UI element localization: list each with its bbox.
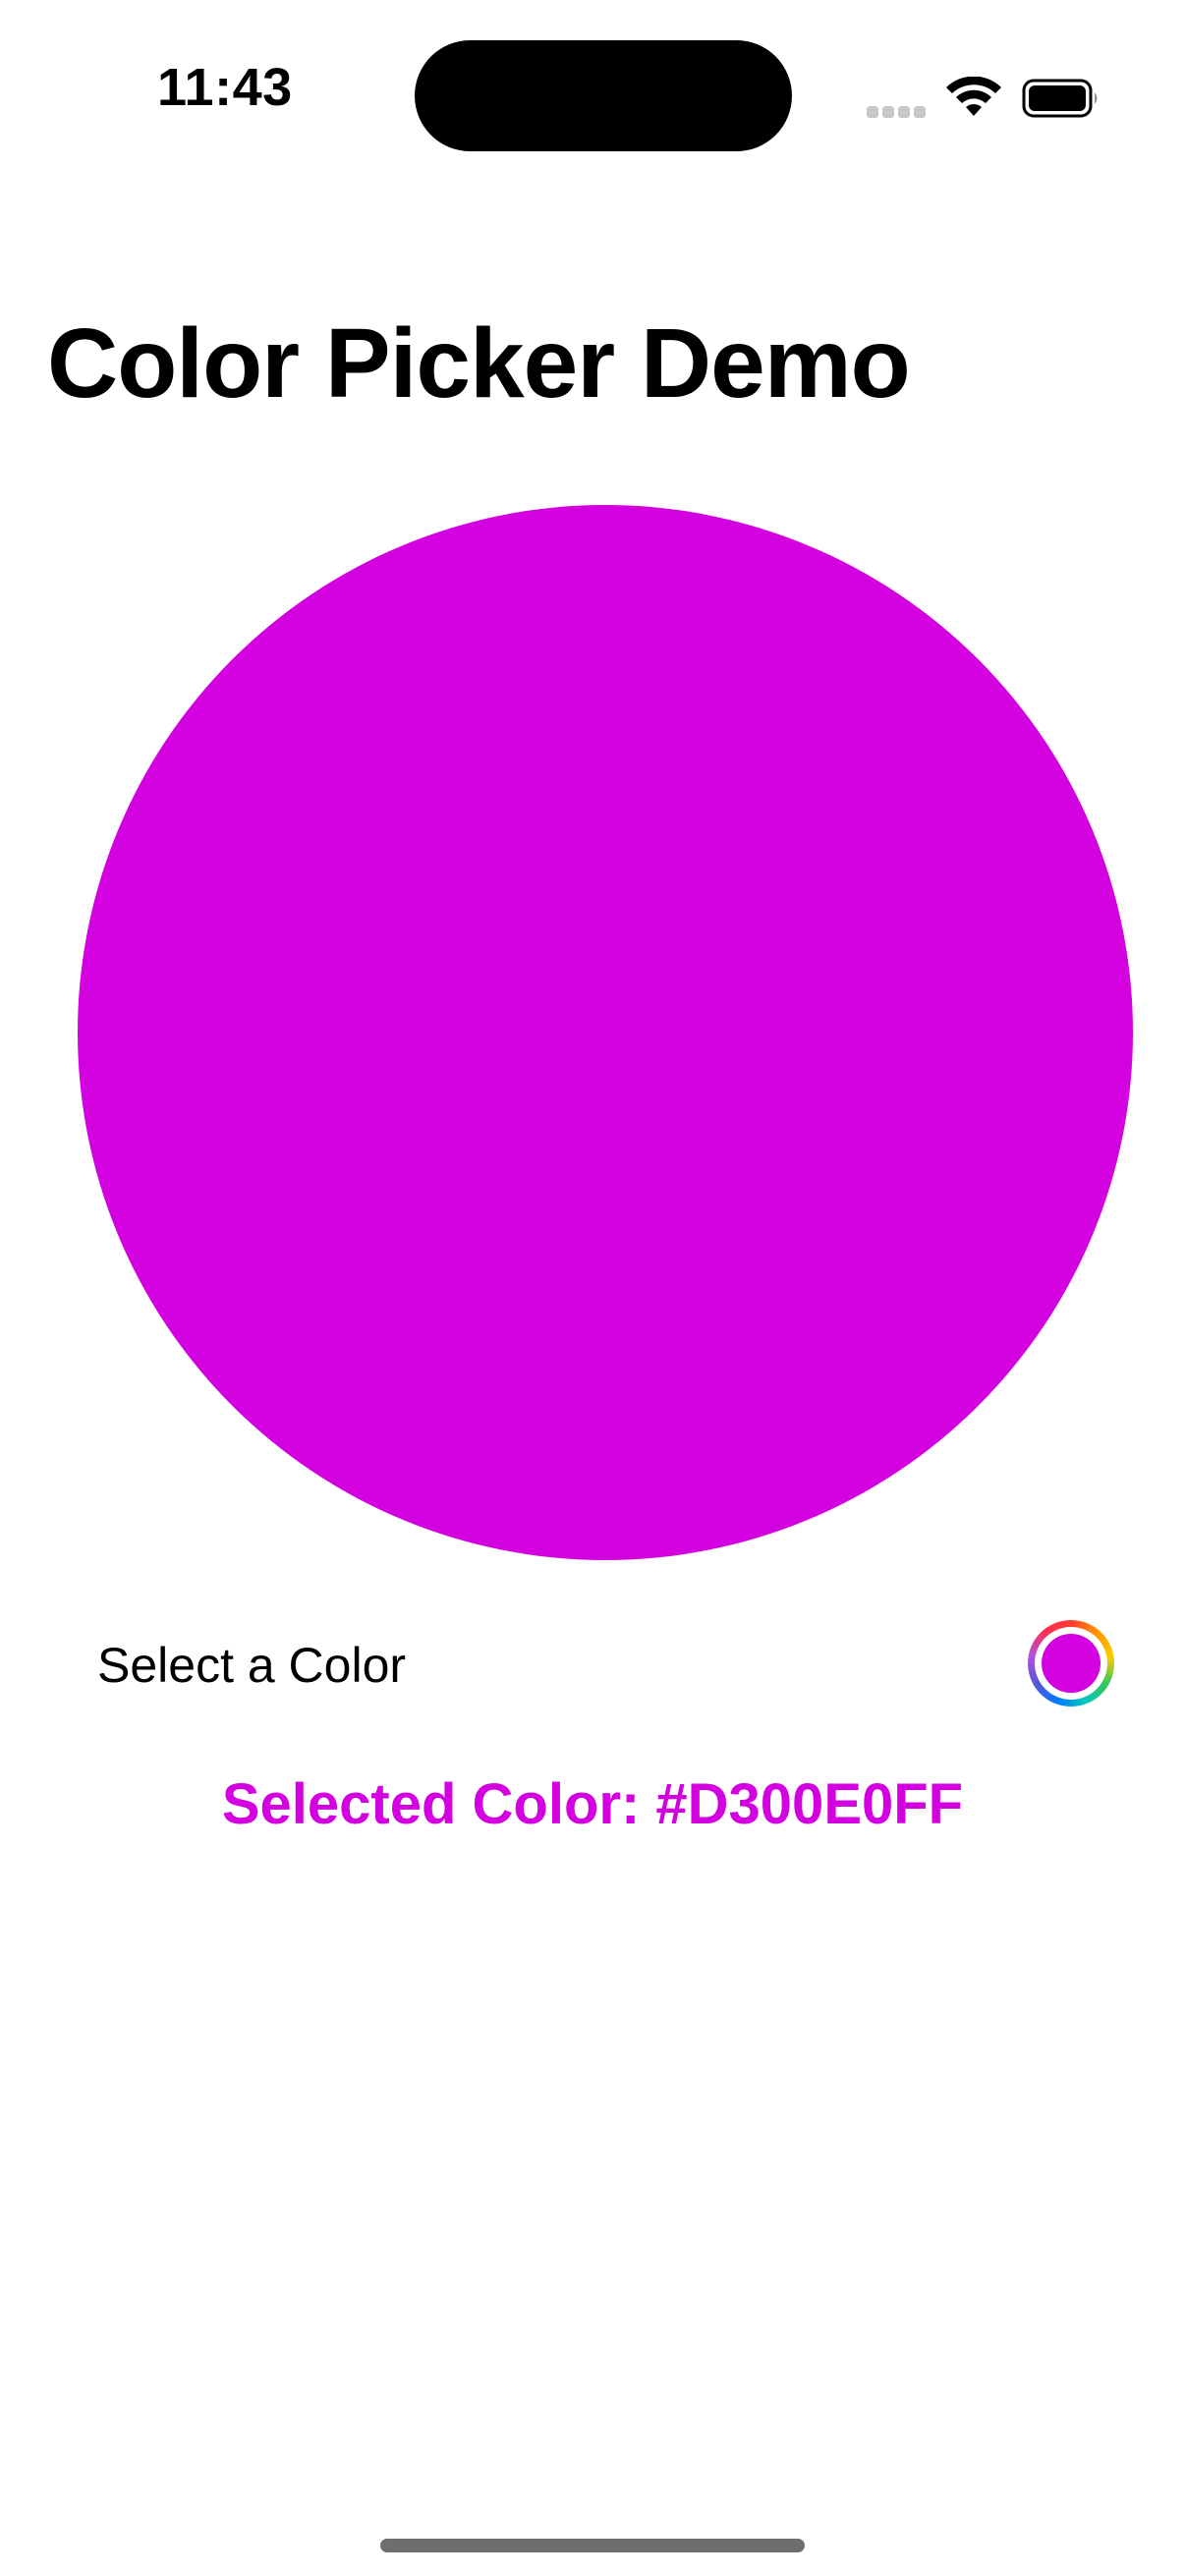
color-picker-row[interactable]: Select a Color: [0, 1611, 1185, 1719]
page-title: Color Picker Demo: [47, 308, 911, 419]
color-picker-label: Select a Color: [97, 1638, 407, 1693]
color-well-button[interactable]: [1028, 1620, 1114, 1707]
dynamic-island: [415, 40, 792, 151]
home-indicator[interactable]: [380, 2539, 805, 2552]
wifi-icon: [946, 77, 1001, 116]
battery-icon: [1022, 79, 1098, 118]
color-preview-circle: [78, 505, 1133, 1560]
selected-color-swatch: [1042, 1634, 1100, 1693]
selected-color-text: Selected Color: #D300E0FF: [221, 1772, 964, 1836]
cellular-signal-icon: [867, 106, 926, 118]
status-time: 11:43: [157, 58, 293, 117]
